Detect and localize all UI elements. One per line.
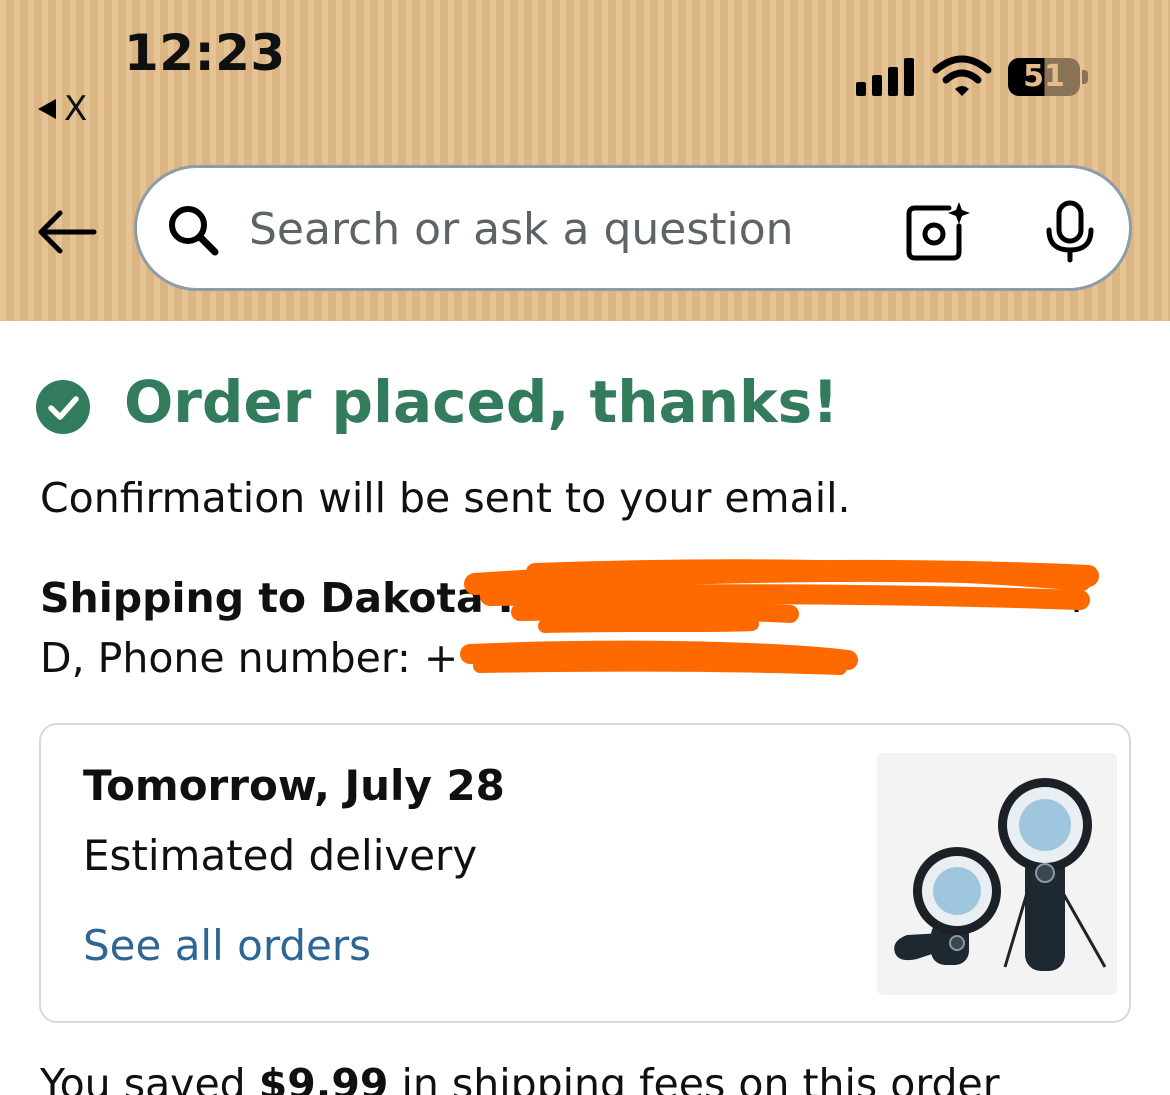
- savings-prefix: You saved: [40, 1060, 259, 1095]
- back-arrow-icon[interactable]: [36, 208, 98, 256]
- product-image[interactable]: [877, 753, 1117, 995]
- delivery-label: Estimated delivery: [83, 831, 478, 880]
- camera-search-icon[interactable]: [905, 200, 971, 262]
- wifi-icon: [932, 55, 992, 96]
- cellular-signal-icon: [856, 58, 914, 96]
- battery-percent: 51: [1023, 59, 1065, 94]
- status-time: 12:23: [124, 24, 286, 82]
- back-to-app-button[interactable]: X: [38, 92, 87, 126]
- search-input[interactable]: [249, 198, 889, 260]
- savings-amount: $9.99: [258, 1060, 389, 1095]
- app-header: 12:23 X 51: [0, 0, 1170, 321]
- confirmation-message: Confirmation will be sent to your email.: [40, 474, 851, 522]
- microphone-icon[interactable]: [1043, 200, 1097, 264]
- savings-suffix: in shipping fees on this order: [388, 1060, 1000, 1095]
- delivery-date: Tomorrow, July 28: [83, 761, 505, 810]
- battery-icon: 51: [1008, 58, 1088, 98]
- order-placed-heading: Order placed, thanks!: [124, 368, 839, 436]
- handheld-fan-icon: [894, 778, 1107, 971]
- delivery-card: Tomorrow, July 28 Estimated delivery See…: [39, 723, 1131, 1023]
- see-all-orders-link[interactable]: See all orders: [83, 921, 371, 970]
- shipping-savings-text: You saved $9.99 in shipping fees on this…: [40, 1060, 1000, 1095]
- back-triangle-icon: [38, 99, 56, 119]
- shipping-address-line-2: D, Phone number: +: [40, 634, 459, 682]
- success-check-icon: [36, 380, 90, 434]
- search-icon: [169, 206, 219, 256]
- back-to-app-label: X: [64, 89, 88, 129]
- search-bar[interactable]: [134, 165, 1132, 291]
- shipping-address-tail: T: [1064, 574, 1090, 622]
- shipping-address-line-1: Shipping to Dakota H: [40, 574, 533, 622]
